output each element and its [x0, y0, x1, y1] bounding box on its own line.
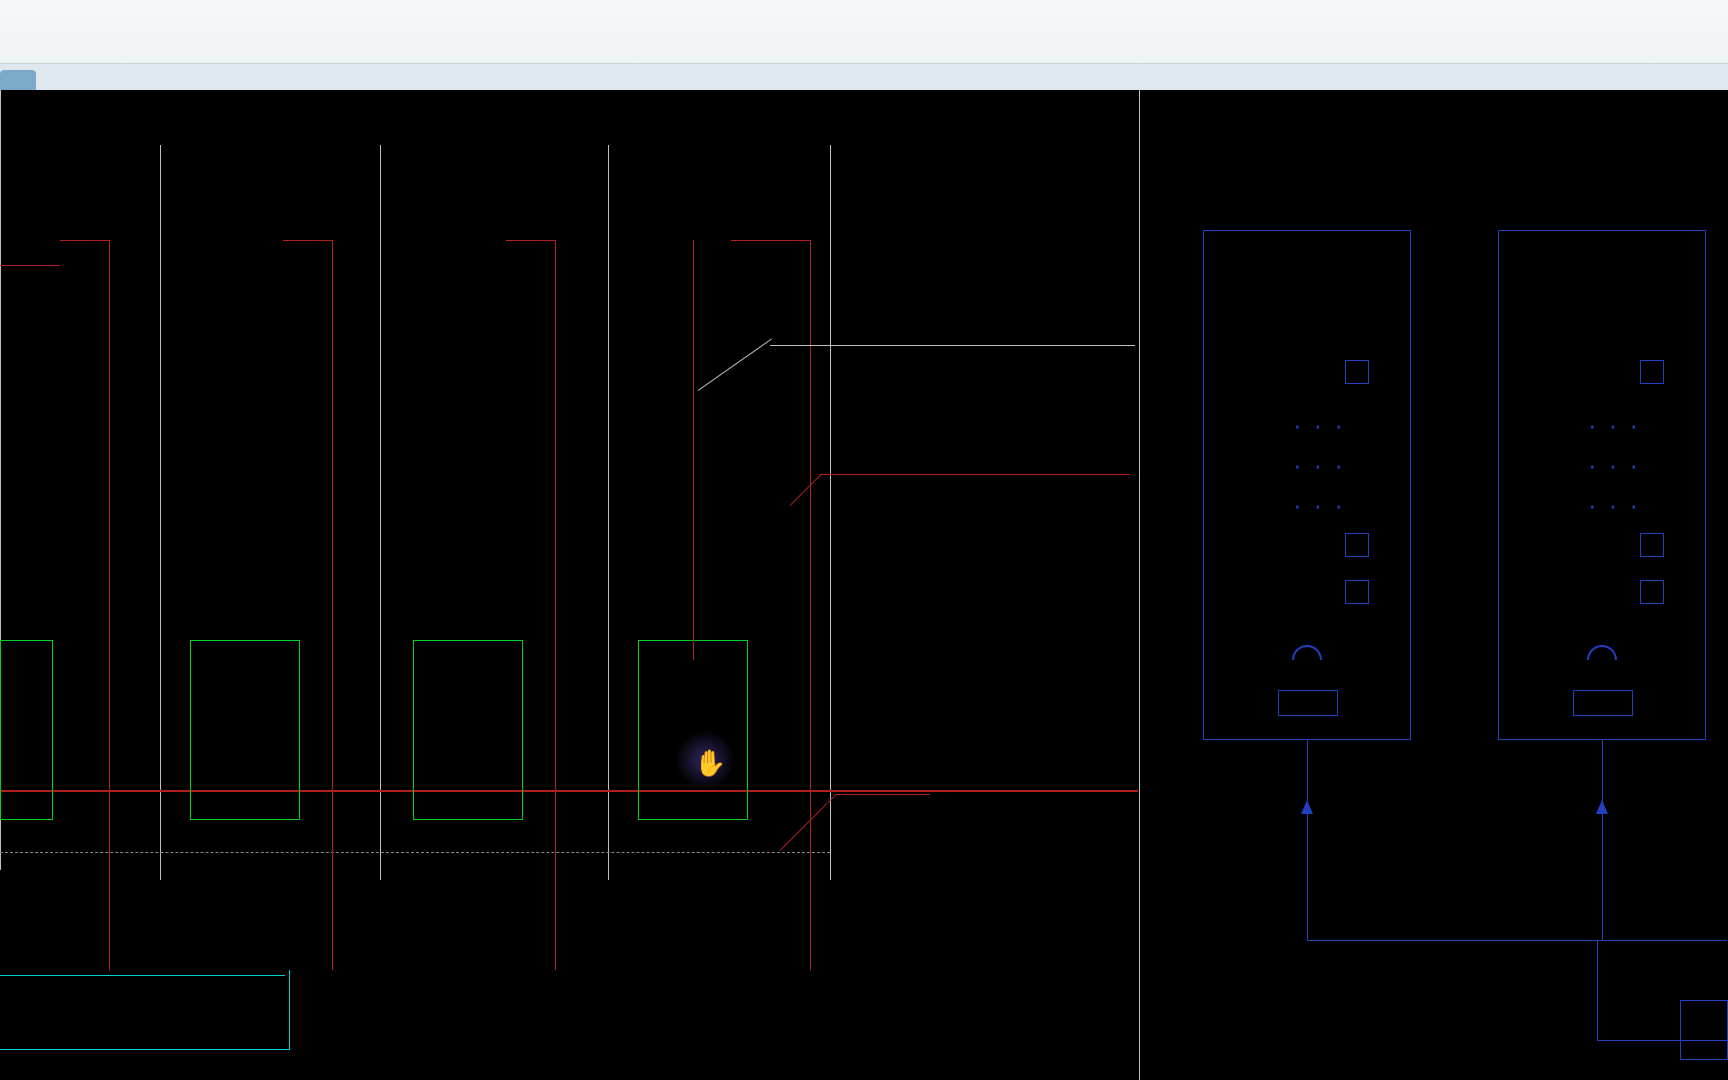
comm-box	[1680, 1000, 1728, 1060]
wire	[1307, 740, 1308, 940]
divider	[160, 145, 161, 880]
wire	[1597, 940, 1598, 1040]
leader-line	[820, 474, 1130, 475]
wire	[1307, 940, 1727, 941]
close-icon[interactable]	[14, 73, 28, 87]
patrol-stick	[1573, 690, 1633, 716]
wire	[283, 240, 333, 970]
arrow-up-icon	[1301, 800, 1313, 814]
elevator-car	[0, 640, 53, 820]
xg-tag	[1345, 533, 1369, 557]
ellipsis-icon: ···	[1588, 490, 1650, 521]
cursor-icon: ✋	[694, 748, 718, 772]
ellipsis-icon: ···	[1588, 450, 1650, 481]
ellipsis-icon: ···	[1293, 450, 1355, 481]
wire	[731, 240, 811, 970]
divider	[380, 145, 381, 880]
xg-tag	[1640, 533, 1664, 557]
toolbar	[0, 0, 1728, 64]
wire	[0, 975, 285, 976]
divider	[1139, 90, 1140, 1080]
xg-tag	[1640, 360, 1664, 384]
document-tab[interactable]	[0, 70, 36, 90]
patrol-route-box	[1498, 230, 1706, 740]
ellipsis-icon: ···	[1293, 410, 1355, 441]
arrow-up-icon	[1596, 800, 1608, 814]
wire	[0, 970, 290, 1050]
tab-bar	[0, 64, 1728, 90]
patrol-route-box	[1203, 230, 1411, 740]
xg-tag	[1345, 360, 1369, 384]
wire	[693, 240, 694, 660]
ellipsis-icon: ···	[1293, 490, 1355, 521]
wire	[0, 265, 60, 266]
drawing-canvas[interactable]: ··· ··· ··· ··· ··· ··· ✋	[0, 90, 1728, 1080]
wire	[506, 240, 556, 970]
ellipsis-icon: ···	[1588, 410, 1650, 441]
wire	[0, 790, 1138, 792]
dashed-line	[0, 852, 830, 853]
wire	[60, 240, 110, 970]
leader-line	[770, 345, 1135, 346]
xg-tag	[1640, 580, 1664, 604]
xg-tag	[1345, 580, 1369, 604]
leader-line	[835, 794, 930, 795]
divider	[608, 145, 609, 880]
divider	[830, 145, 831, 880]
patrol-stick	[1278, 690, 1338, 716]
wire	[1602, 740, 1603, 940]
